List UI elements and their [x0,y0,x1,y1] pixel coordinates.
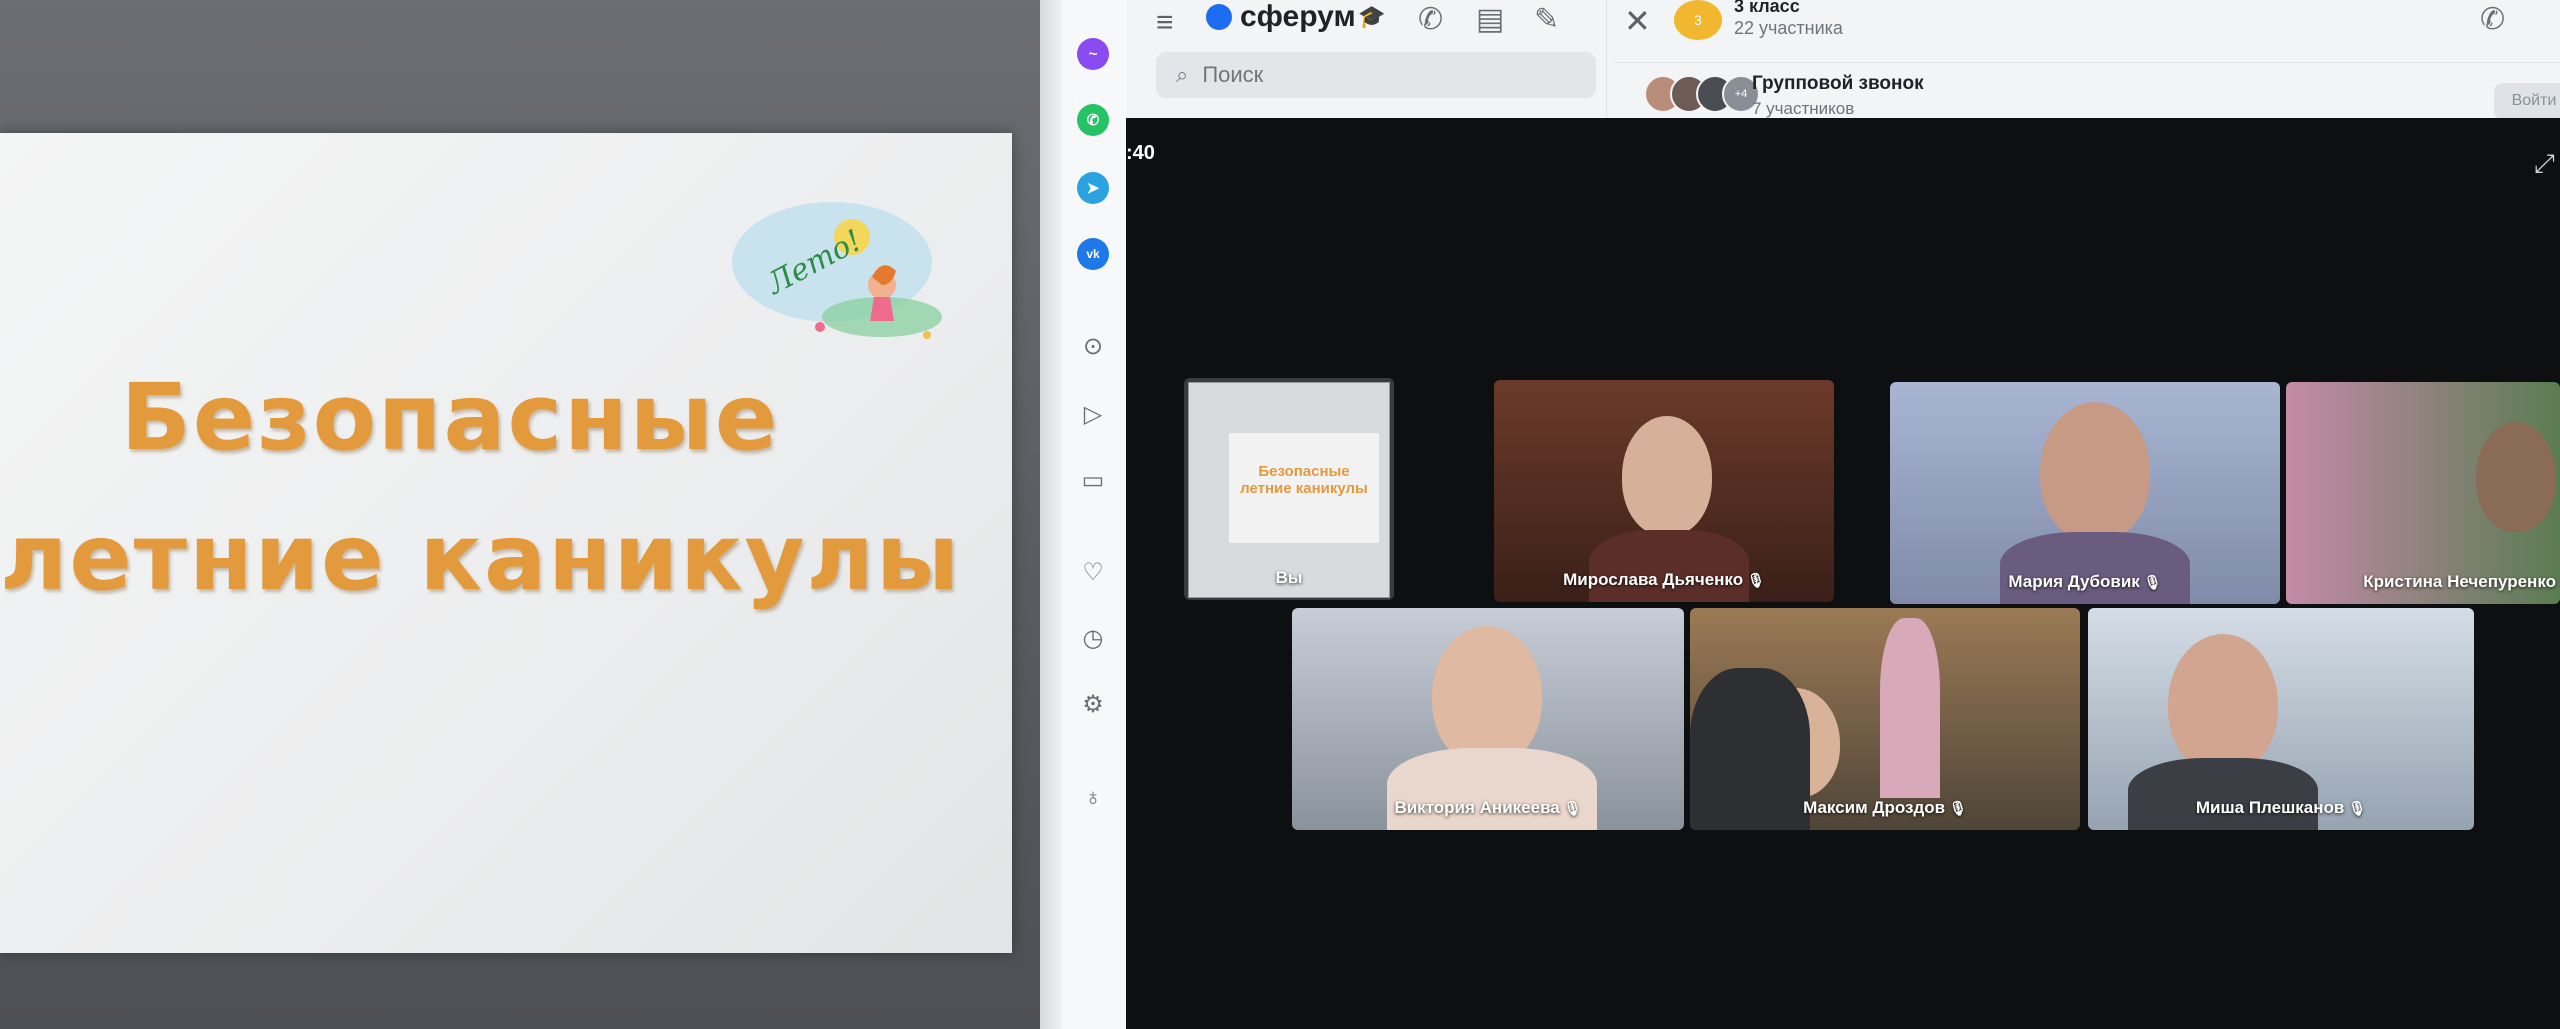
participant-body [1589,530,1749,602]
background-clothes [1880,618,1940,798]
participant-tile[interactable]: Мария Дубовик 🎙 [1890,382,2280,604]
compose-icon[interactable]: ✎ [1534,2,1559,37]
chat-title: 3 класс [1734,0,1800,16]
brand-name: сферум [1240,0,1356,33]
call-title: Групповой звонок [1752,73,1924,94]
join-call-button[interactable]: Войти [2494,83,2560,119]
video-call-area: :40 ⤢ Безопасные летние каникулы Вы Мирос… [1126,118,2560,1029]
participant-tile[interactable]: Мирослава Дьяченко 🎙 [1494,380,1834,602]
graduation-cap-icon: 🎓 [1358,4,1386,29]
menu-icon[interactable]: ≡ [1156,6,1174,40]
search-box[interactable]: ⌕ [1156,52,1596,98]
mic-off-icon: 🎙 [2348,800,2367,816]
participant-name: Виктория Аникеева [1394,798,1560,817]
participant-face [2040,402,2150,542]
mic-off-icon: 🎙 [2143,574,2162,590]
mic-off-icon: 🎙 [1747,572,1765,588]
search-input[interactable] [1200,61,1565,89]
gear-icon[interactable]: ⚙ [1079,690,1107,718]
whatsapp-icon[interactable]: ✆ [1077,104,1109,136]
mic-off-icon: 🎙 [1563,800,1582,816]
messenger-icon[interactable]: ~ [1077,38,1109,70]
participant-face [1622,416,1712,536]
send-icon[interactable]: ▷ [1079,400,1107,428]
brand-logo-icon [1206,4,1232,30]
wallet-icon[interactable]: ▭ [1079,466,1107,494]
mic-off-icon: 🎙 [1949,800,1967,816]
search-icon: ⌕ [1176,62,1189,87]
close-icon[interactable]: ✕ [1624,2,1651,40]
slide-title-line-2: летние каникулы [0,504,962,611]
call-avatars: +4 [1644,75,1760,113]
participant-name: Мария Дубовик [2008,572,2140,591]
screen-divider [1040,0,1062,1029]
heart-icon[interactable]: ♡ [1079,558,1107,586]
slide-title-line-1: Безопасные [120,364,780,471]
call-timer: :40 [1126,142,1155,164]
bulb-icon[interactable]: ♁ [1079,784,1107,812]
app-header: ≡ сферум 🎓 ✆ ▤ ✎ ⌕ ✕ 3 3 класс 22 участн… [1126,0,2560,119]
preview-slide: Безопасные летние каникулы [1229,433,1379,543]
call-icon[interactable]: ✆ [1418,2,1443,37]
telegram-icon[interactable]: ➤ [1077,172,1109,204]
participant-name: Максим Дроздов [1803,798,1946,817]
archive-icon[interactable]: ▤ [1476,2,1504,37]
participant-name: Вы [1275,568,1303,587]
clock-icon[interactable]: ◷ [1079,624,1107,652]
group-call-banner[interactable]: +4 Групповой звонок 7 участников Войти [1614,62,2560,119]
participant-name: Миша Плешканов [2195,798,2345,817]
participant-face [1432,626,1542,766]
chat-avatar: 3 [1674,0,1722,40]
expand-icon[interactable]: ⤢ [2534,148,2555,180]
screen-share-preview: Безопасные летние каникулы [1188,382,1390,598]
participant-face [2168,634,2278,774]
participant-body [2128,758,2318,830]
phone-icon[interactable]: ✆ [2480,2,2505,37]
participant-tile[interactable]: Кристина Нечепуренко [2286,382,2560,604]
slide-title: Безопасные летние каникулы [0,348,962,628]
chat-member-count: 22 участника [1734,18,1843,38]
participant-face [2476,422,2556,532]
participant-tile[interactable]: Виктория Аникеева 🎙 [1292,608,1684,830]
participant-name: Кристина Нечепуренко [2363,572,2556,591]
participant-name: Мирослава Дьяченко [1563,570,1744,589]
call-participant-count: 7 участников [1752,99,1855,118]
participant-body [2000,532,2190,604]
participant-tile[interactable]: Безопасные летние каникулы Вы [1184,378,1394,600]
participant-tile[interactable]: Миша Плешканов 🎙 [2088,608,2474,830]
vk-icon[interactable]: vk [1077,238,1109,270]
play-icon[interactable]: ⊙ [1079,332,1107,360]
presentation-slide: Лето! Безопасные летние каникулы [0,133,1012,953]
browser-sidebar: ~ ✆ ➤ vk ⊙ ▷ ▭ ♡ ◷ ⚙ ♁ [1062,0,1127,1029]
participant-tile[interactable]: Максим Дроздов 🎙 [1690,608,2080,830]
summer-logo: Лето! [722,167,972,367]
chat-list-header: ≡ сферум 🎓 ✆ ▤ ✎ ⌕ [1126,0,1607,118]
